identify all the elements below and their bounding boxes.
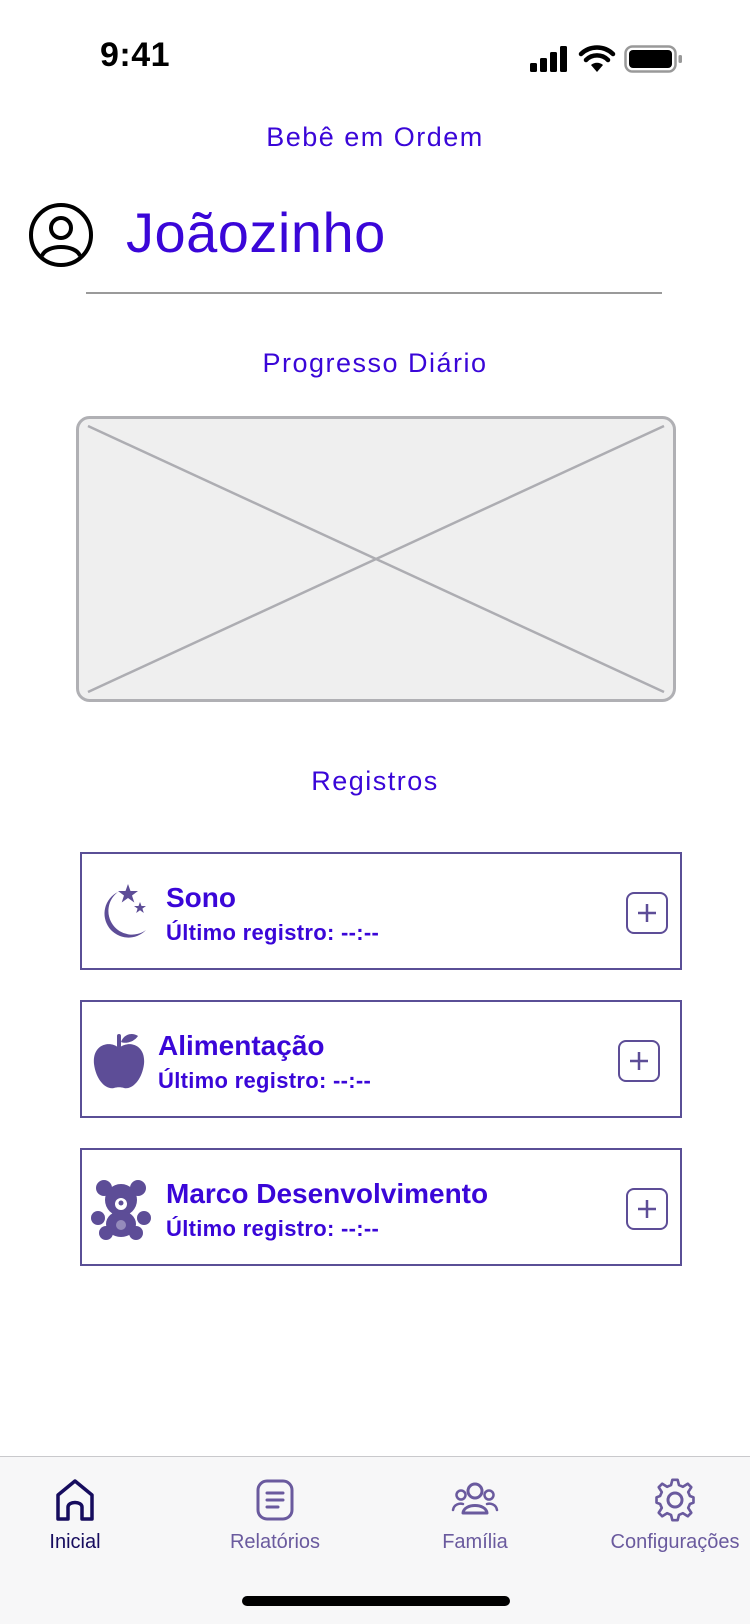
- progress-chart-placeholder: [76, 416, 676, 702]
- record-title: Marco Desenvolvimento: [166, 1178, 489, 1209]
- teddy-bear-icon: [91, 1180, 151, 1240]
- plus-icon: [630, 1052, 648, 1070]
- tab-inicial[interactable]: Inicial: [0, 1475, 170, 1565]
- add-milestone-button[interactable]: [626, 1188, 668, 1230]
- status-time: 9:41: [100, 36, 171, 74]
- wifi-icon: [578, 45, 616, 72]
- tab-label: Família: [442, 1531, 508, 1553]
- profile-avatar[interactable]: [28, 202, 94, 268]
- record-card-milestone[interactable]: Marco Desenvolvimento Último registro: -…: [80, 1148, 682, 1266]
- cellular-signal-icon: [530, 46, 567, 72]
- record-last-time: Último registro: --:--: [158, 1068, 372, 1093]
- moon-stars-icon: [104, 884, 146, 938]
- add-feeding-button[interactable]: [618, 1040, 660, 1082]
- home-indicator: [242, 1596, 510, 1606]
- plus-icon: [638, 1200, 656, 1218]
- add-sleep-button[interactable]: [626, 892, 668, 934]
- report-icon: [256, 1479, 294, 1521]
- battery-icon: [624, 45, 682, 73]
- record-last-time: Último registro: --:--: [166, 1216, 380, 1241]
- tab-relatorios[interactable]: Relatórios: [180, 1475, 370, 1565]
- records-title: Registros: [311, 766, 439, 796]
- family-icon: [451, 1482, 499, 1515]
- header-divider: [86, 292, 662, 294]
- profile-name: Joãozinho: [126, 201, 386, 264]
- status-icons: [530, 42, 700, 76]
- plus-icon: [638, 904, 656, 922]
- home-icon: [56, 1479, 94, 1521]
- tab-label: Configurações: [610, 1531, 740, 1553]
- record-last-time: Último registro: --:--: [166, 920, 380, 945]
- record-title: Sono: [166, 882, 236, 913]
- user-circle-icon: [29, 203, 93, 267]
- record-card-sleep[interactable]: Sono Último registro: --:--: [80, 852, 682, 970]
- record-title: Alimentação: [158, 1030, 325, 1061]
- tab-label: Relatórios: [229, 1531, 321, 1553]
- settings-icon: [655, 1478, 695, 1522]
- tab-familia[interactable]: Família: [380, 1475, 570, 1565]
- tab-label: Inicial: [49, 1531, 101, 1553]
- apple-icon: [93, 1034, 145, 1089]
- progress-title: Progresso Diário: [262, 348, 488, 378]
- tab-configuracoes[interactable]: Configurações: [580, 1475, 750, 1565]
- record-card-feeding[interactable]: Alimentação Último registro: --:--: [80, 1000, 682, 1118]
- app-title: Bebê em Ordem: [266, 122, 484, 152]
